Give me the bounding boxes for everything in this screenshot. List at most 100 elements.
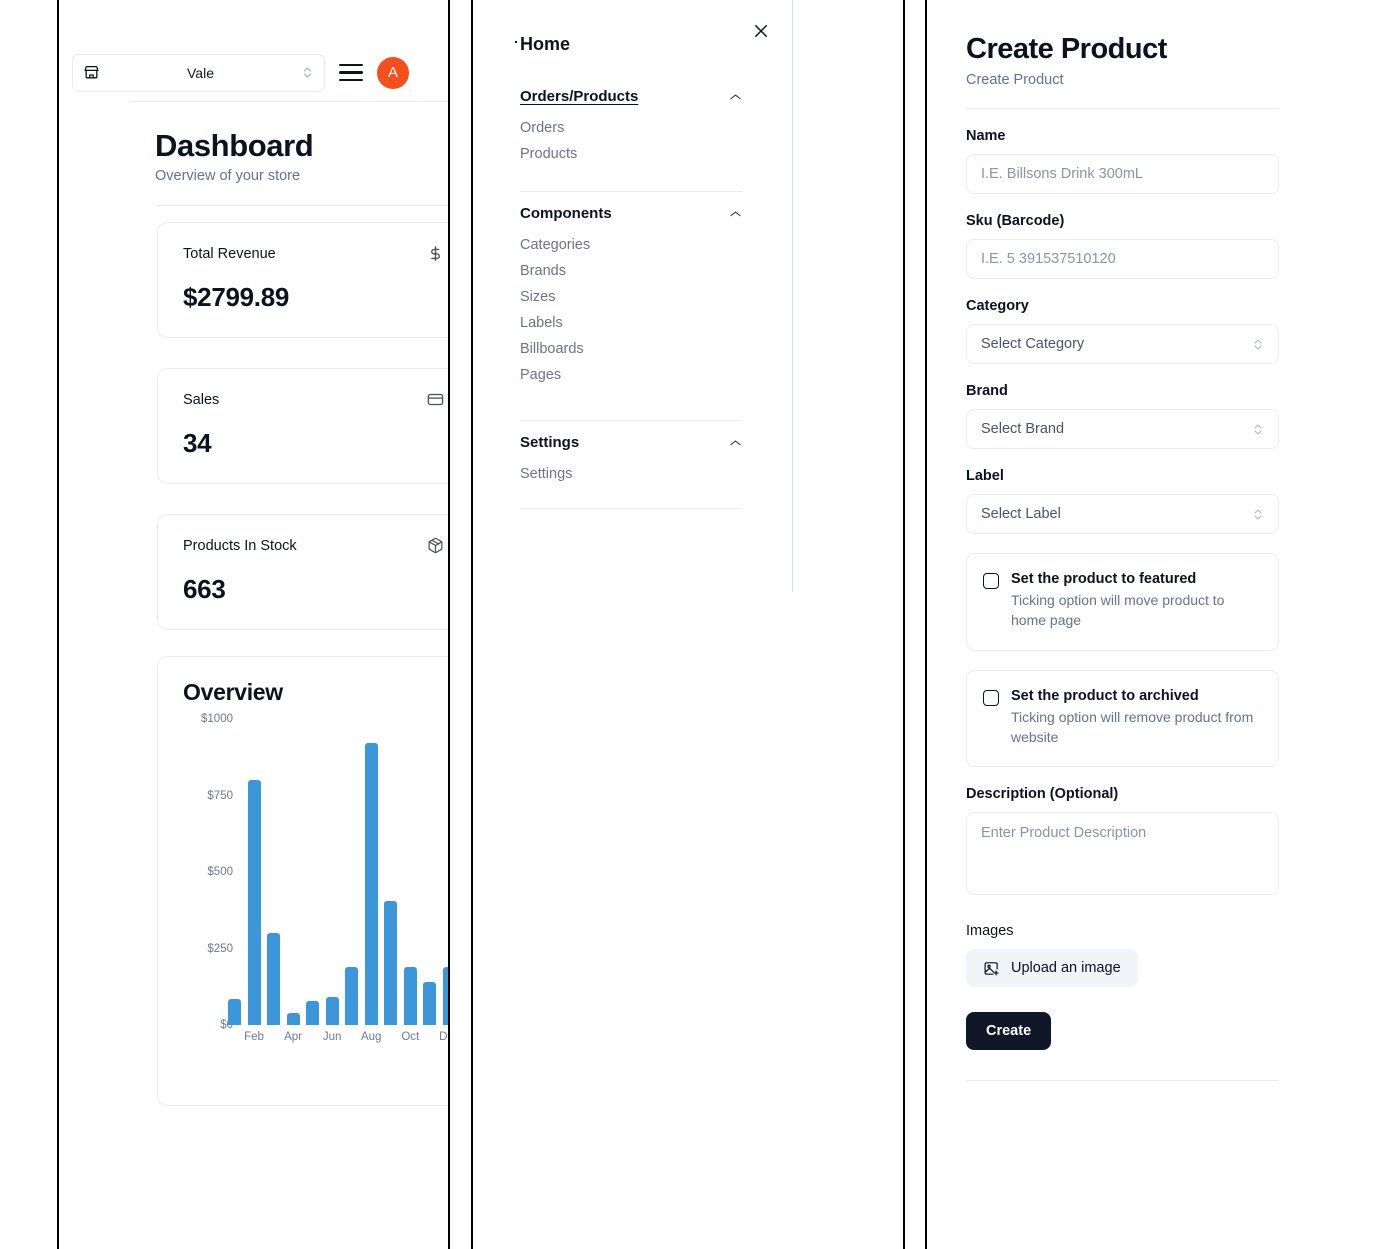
topbar-divider (130, 101, 448, 102)
chart-bar (364, 743, 378, 1025)
archived-checkbox[interactable] (983, 689, 999, 706)
hamburger-menu-icon[interactable] (339, 63, 363, 82)
images-field-label: Images (966, 923, 1014, 940)
create-product-divider (966, 108, 1279, 109)
chevron-up-icon (730, 93, 741, 99)
nav-group-title: Components (520, 205, 612, 222)
chart-bar (286, 1012, 300, 1025)
category-select-value: Select Category (981, 336, 1085, 352)
category-select[interactable]: Select Category (966, 324, 1279, 364)
screenshot-stage: Vale A Dashboard Overview of your store … (0, 0, 1399, 1249)
stat-label: Products In Stock (183, 537, 297, 554)
product-name-input[interactable] (966, 154, 1279, 194)
chevron-up-icon (730, 210, 741, 216)
stat-label: Total Revenue (183, 245, 276, 262)
nav-item-labels[interactable]: Labels (520, 315, 742, 331)
navigation-drawer: Home Orders/Products Orders Products Com… (473, 0, 793, 592)
chart-bar (306, 1001, 320, 1025)
package-icon (428, 537, 443, 554)
page-title: Dashboard (155, 128, 314, 163)
nav-item-categories[interactable]: Categories (520, 237, 742, 253)
stat-card-products-in-stock: Products In Stock 663 (157, 514, 448, 630)
brand-select[interactable]: Select Brand (966, 409, 1279, 449)
nav-home-label[interactable]: Home (520, 34, 570, 55)
chevron-up-icon (730, 439, 741, 445)
featured-checkbox-description: Ticking option will move product to home… (1011, 592, 1225, 629)
nav-group-header[interactable]: Components (520, 205, 742, 224)
chart-bar (267, 933, 281, 1025)
name-field-label: Name (966, 128, 1006, 144)
image-plus-icon (984, 961, 999, 976)
chevron-updown-icon (1254, 423, 1262, 435)
chart-bars-region (228, 719, 448, 1025)
panel-divider-2 (448, 0, 450, 1249)
nav-item-orders[interactable]: Orders (520, 120, 742, 136)
chevron-updown-icon (303, 67, 312, 78)
upload-image-button[interactable]: Upload an image (966, 949, 1138, 988)
nav-group-components: Components Categories Brands Sizes Label… (520, 205, 742, 383)
chart-title: Overview (183, 679, 283, 705)
credit-card-icon (427, 393, 444, 406)
brand-select-value: Select Brand (981, 421, 1065, 437)
create-button[interactable]: Create (966, 1012, 1052, 1051)
nav-group-settings: Settings Settings (520, 434, 742, 482)
chevron-updown-icon (1254, 338, 1262, 350)
page-subtitle: Overview of your store (155, 168, 301, 184)
featured-checkbox[interactable] (983, 573, 999, 589)
create-product-panel: Create Product Create Product Name Sku (… (927, 0, 1399, 1249)
category-field-label: Category (966, 298, 1029, 314)
archived-checkbox-card: Set the product to archived Ticking opti… (966, 669, 1279, 768)
nav-item-sizes[interactable]: Sizes (520, 289, 742, 305)
top-navigation-bar: Vale A (72, 44, 435, 101)
nav-group-orders-products: Orders/Products Orders Products (520, 88, 742, 162)
dashboard-header: Dashboard Overview of your store (155, 128, 448, 184)
close-icon[interactable] (752, 22, 770, 40)
stat-card-total-revenue: Total Revenue $2799.89 (157, 222, 448, 338)
nav-divider-3 (520, 508, 742, 509)
nav-group-header[interactable]: Orders/Products (520, 88, 742, 107)
home-bullet (515, 41, 517, 43)
product-sku-input[interactable] (966, 239, 1279, 279)
header-divider (155, 205, 448, 206)
stat-label: Sales (183, 391, 220, 408)
nav-group-title: Orders/Products (520, 88, 639, 105)
stat-card-sales: Sales 34 (157, 368, 448, 484)
sku-field-label: Sku (Barcode) (966, 213, 1065, 229)
create-product-form: Create Product Create Product Name Sku (… (966, 33, 1279, 1082)
create-product-subtitle: Create Product (966, 72, 1064, 88)
nav-item-billboards[interactable]: Billboards (520, 341, 742, 357)
nav-group-header[interactable]: Settings (520, 434, 742, 453)
chart-bar (442, 966, 448, 1025)
description-field-label: Description (Optional) (966, 786, 1119, 803)
product-description-textarea[interactable] (966, 812, 1279, 896)
chart-bar (384, 901, 398, 1025)
brand-field-label: Brand (966, 383, 1008, 399)
chart-bar (325, 997, 339, 1025)
store-name-label: Vale (187, 64, 214, 81)
chart-bar (247, 780, 261, 1025)
featured-checkbox-title: Set the product to featured (1011, 571, 1197, 587)
store-switcher[interactable]: Vale (72, 53, 325, 92)
nav-item-brands[interactable]: Brands (520, 263, 742, 279)
label-field-label: Label (966, 468, 1004, 484)
archived-checkbox-description: Ticking option will remove product from … (1011, 708, 1254, 745)
avatar[interactable]: A (377, 56, 409, 89)
dollar-icon (431, 246, 440, 261)
chart-bar (423, 982, 437, 1025)
nav-item-pages[interactable]: Pages (520, 367, 742, 383)
nav-divider-2 (520, 420, 742, 421)
nav-group-title: Settings (520, 434, 580, 451)
label-select-value: Select Label (981, 506, 1061, 522)
dashboard-panel: Vale A Dashboard Overview of your store … (59, 0, 448, 1249)
label-select[interactable]: Select Label (966, 494, 1279, 534)
chart-bar (403, 966, 417, 1025)
nav-divider-1 (520, 191, 742, 192)
upload-image-label: Upload an image (1011, 960, 1121, 977)
store-icon (84, 65, 99, 79)
create-product-title: Create Product (966, 33, 1167, 65)
chart-bar (228, 999, 241, 1025)
chart-bar (345, 966, 359, 1025)
nav-item-products[interactable]: Products (520, 146, 742, 162)
stat-value: 663 (183, 574, 226, 604)
nav-item-settings[interactable]: Settings (520, 466, 742, 482)
